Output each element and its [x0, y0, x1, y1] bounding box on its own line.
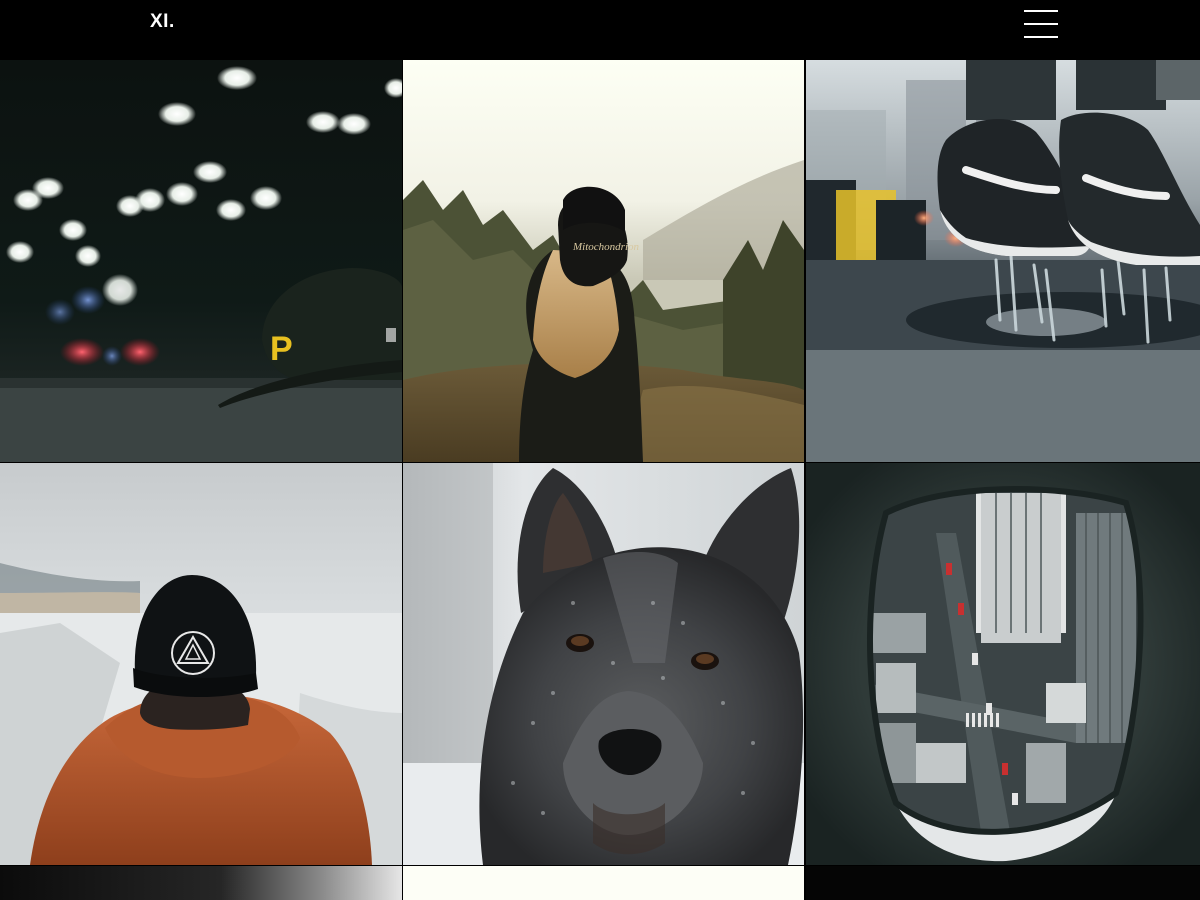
gallery-photo-black-cap-pirates-night-street[interactable]: P	[0, 60, 402, 462]
gallery-photo-man-orange-hoodie-snow[interactable]	[0, 463, 402, 865]
city-aerial-image	[806, 463, 1200, 865]
menu-line	[1024, 23, 1058, 25]
dog-snow-image	[403, 463, 804, 865]
site-header: XI.	[0, 0, 1200, 60]
partial-dark-image	[806, 866, 1200, 900]
gallery-photo-woman-cap-forest[interactable]: Mitochondrion	[403, 60, 804, 462]
partial-gradient-image	[0, 866, 402, 900]
hamburger-menu-icon[interactable]	[1020, 6, 1062, 42]
woman-forest-image: Mitochondrion	[403, 60, 804, 462]
partial-light-image	[403, 866, 804, 900]
cap-night-street-image: P	[0, 60, 402, 462]
menu-line	[1024, 10, 1058, 12]
gallery-photo-partial-light[interactable]	[403, 866, 804, 900]
gallery-photo-partial-gradient[interactable]	[0, 866, 402, 900]
menu-line	[1024, 36, 1058, 38]
page: XI. P Mitochondrion	[0, 0, 1200, 900]
photo-grid: P Mitochondrion	[0, 60, 1200, 900]
svg-text:Mitochondrion: Mitochondrion	[572, 241, 639, 253]
gallery-photo-partial-dark[interactable]	[806, 866, 1200, 900]
sneakers-puddle-image	[806, 60, 1200, 462]
gallery-photo-dog-snow[interactable]	[403, 463, 804, 865]
svg-text:P: P	[270, 330, 293, 368]
gallery-photo-city-aerial-view-hole[interactable]	[806, 463, 1200, 865]
man-hoodie-snow-image	[0, 463, 402, 865]
gallery-photo-sneakers-puddle-splash[interactable]	[806, 60, 1200, 462]
site-logo[interactable]: XI.	[150, 10, 175, 34]
